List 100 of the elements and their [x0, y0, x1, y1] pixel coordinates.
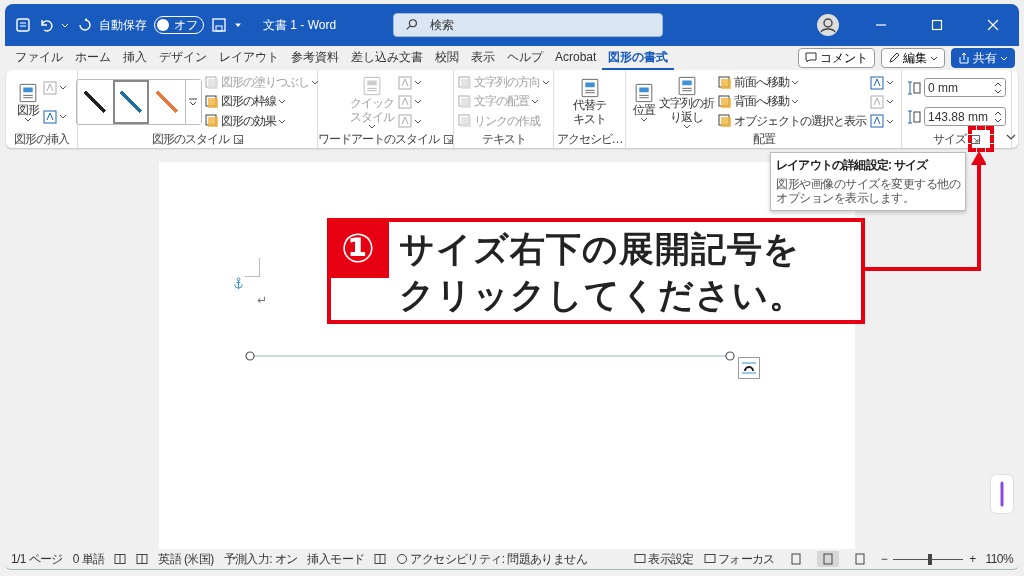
book-icon[interactable] [114, 553, 127, 565]
maximize-icon[interactable] [931, 19, 943, 31]
caret-icon [310, 80, 319, 86]
picture-page-icon [633, 81, 655, 104]
menu-tab[interactable]: 参考資料 [285, 46, 345, 70]
caret-icon [1000, 55, 1008, 61]
caret-icon [886, 80, 894, 86]
page-icon [853, 553, 866, 565]
ribbon-button[interactable]: 代替テ キスト [572, 77, 607, 127]
menu-tab[interactable]: 挿入 [117, 46, 153, 70]
size-field[interactable]: 143.88 mm [924, 107, 1006, 126]
page-icon [821, 553, 834, 565]
book-icon[interactable] [136, 553, 149, 565]
ribbon-button[interactable]: 図形の効果 [203, 112, 320, 130]
instruction-text: サイズ右下の展開記号を [399, 228, 801, 270]
search-icon [405, 18, 419, 32]
status-item[interactable]: 挿入モード [307, 550, 365, 568]
menu-tab[interactable]: ホーム [69, 46, 117, 70]
ribbon-button[interactable]: オブジェクトの選択と表示 [717, 112, 867, 130]
status-item[interactable]: フォーカス [703, 550, 775, 568]
status-item[interactable]: 英語 (米国) [158, 550, 214, 568]
window-title: 文書 1 - Word [263, 16, 337, 34]
ribbon-button[interactable]: 背面へ移動 [717, 93, 867, 111]
layout-options-icon[interactable] [738, 357, 760, 379]
ribbon-button[interactable]: 前面へ移動 [717, 74, 867, 92]
ribbon-button[interactable]: 図形 [15, 81, 40, 123]
save-icon[interactable] [211, 17, 227, 33]
size-field[interactable]: 0 mm [924, 78, 1006, 97]
dialog-launcher-icon[interactable] [444, 135, 453, 144]
comment-icon [805, 52, 817, 64]
ribbon-icon-button[interactable] [41, 109, 68, 124]
caret-icon [188, 97, 198, 107]
group-label: 図形の挿入 [14, 131, 69, 148]
picture-page-icon [578, 77, 601, 100]
group-label: 配置 [752, 131, 775, 148]
caret-icon [58, 114, 67, 119]
status-item[interactable]: アクセシビリティ: 問題ありません [396, 550, 587, 568]
collapse-icon[interactable] [1006, 132, 1016, 142]
caret-icon [886, 118, 894, 124]
spinner-arrows-icon[interactable] [994, 109, 1002, 124]
ribbon-icon-button[interactable] [869, 75, 895, 90]
letter-icon [42, 109, 57, 124]
group-label: 図形のスタイル [152, 131, 229, 148]
search-field[interactable]: 検索 [393, 13, 663, 37]
caret-icon [791, 80, 799, 86]
letter-icon [870, 95, 884, 109]
app-icon[interactable] [990, 474, 1014, 514]
menu-tab[interactable]: 表示 [465, 46, 501, 70]
view-button[interactable] [816, 551, 839, 567]
letter-icon [397, 95, 412, 109]
caret-icon [413, 80, 422, 86]
letter-icon [42, 80, 57, 95]
undo-icon[interactable] [38, 17, 54, 33]
caret-icon [23, 117, 32, 123]
zoom-level[interactable]: 110% [985, 552, 1013, 566]
caret-icon [277, 118, 286, 124]
avatar-icon[interactable] [817, 14, 839, 36]
autosave-label: 自動保存 [99, 16, 147, 34]
caret-icon[interactable] [234, 22, 242, 28]
step-number: ① [341, 228, 375, 268]
menu-tab[interactable]: デザイン [153, 46, 213, 70]
caret-icon [367, 124, 376, 130]
letter-icon [397, 114, 412, 129]
ribbon-button[interactable]: 図形の枠線 [203, 93, 320, 111]
zoom-slider-thumb[interactable] [928, 553, 933, 565]
menu-tab[interactable]: Acrobat [549, 46, 603, 70]
redo-icon[interactable] [76, 17, 92, 33]
ribbon-button[interactable]: 位置 [632, 81, 656, 123]
letter-icon [870, 114, 884, 129]
menu-tab[interactable]: 校閲 [429, 46, 465, 70]
status-item[interactable]: 予測入力: オン [223, 550, 298, 568]
menu-tab[interactable]: ファイル [9, 46, 69, 70]
dialog-launcher-icon[interactable] [234, 135, 243, 144]
menu-tab[interactable]: レイアウト [213, 46, 285, 70]
book-icon[interactable] [374, 553, 387, 565]
document-icon[interactable] [15, 17, 31, 33]
menu-tab[interactable]: 差し込み文書 [345, 46, 429, 70]
status-item[interactable]: 0 単語 [72, 550, 105, 568]
ribbon-icon-button[interactable] [869, 114, 895, 129]
size-icon [907, 109, 921, 124]
spinner-arrows-icon[interactable] [994, 80, 1002, 95]
group-label: テキスト [481, 131, 526, 148]
group-label: アクセシビ… [556, 131, 623, 148]
dialog-launcher-icon[interactable] [971, 135, 980, 144]
header-button[interactable]: 共有 [951, 48, 1015, 68]
header-button[interactable]: 編集 [881, 48, 945, 68]
caret-icon [791, 99, 799, 105]
caret-icon[interactable] [61, 22, 69, 28]
header-button[interactable]: コメント [798, 48, 875, 68]
zoom-out-button[interactable]: − [880, 552, 888, 566]
menu-tab[interactable]: ヘルプ [501, 46, 549, 70]
paragraph-mark: ↵ [257, 293, 268, 307]
close-icon[interactable] [987, 19, 999, 31]
share-icon [958, 52, 970, 64]
status-item[interactable]: 1/1 ページ [11, 550, 63, 568]
more-button[interactable] [184, 80, 201, 124]
ribbon-button[interactable]: 文字列の折 り返し [658, 74, 715, 130]
status-item[interactable]: 表示設定 [634, 550, 694, 568]
instruction-text: クリックしてください。 [399, 274, 805, 316]
zoom-in-button[interactable]: + [969, 552, 976, 566]
